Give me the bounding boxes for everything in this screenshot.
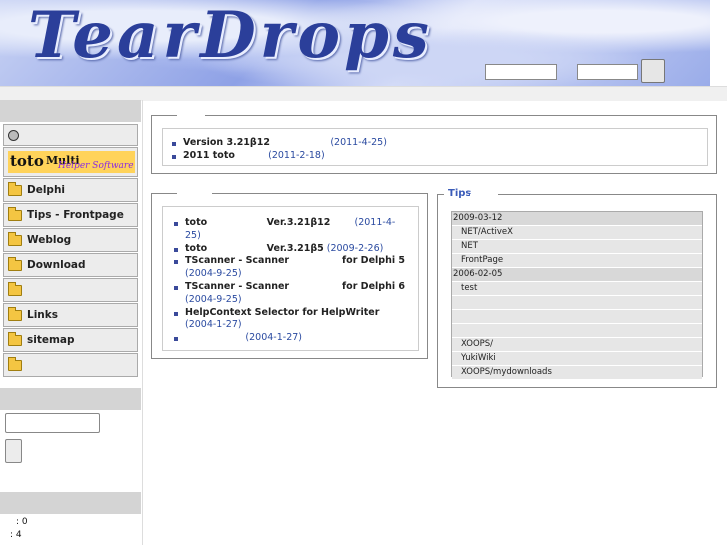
news-item[interactable]: Version 3.21β12 (2011-4-25) (171, 137, 701, 150)
tips-link-row[interactable]: NET/ActiveX (452, 226, 702, 240)
update-item[interactable]: (2004-1-27) (173, 332, 409, 345)
sidebar-item-sitemap[interactable]: sitemap (3, 328, 138, 352)
update-item-text: TScanner - Scanner for Delphi 5 (185, 255, 406, 267)
header-go-button[interactable] (641, 59, 665, 83)
header-login-field[interactable] (485, 64, 557, 80)
tips-inner: 2009-03-12 NET/ActiveX NET FrontPage 2006-02… (451, 211, 703, 380)
update-item[interactable]: TScanner - Scanner for Delphi 5 (2004-9-2… (173, 255, 409, 281)
news-inner: Version 3.21β12 (2011-4-25) 2011 toto (2… (162, 128, 708, 166)
tips-box: Tips 2009-03-12 NET/ActiveX NET FrontPage 20… (437, 188, 717, 388)
tips-link-row[interactable]: XOOPS/mydownloads (452, 366, 702, 380)
update-item-date: (2004-9-25) (185, 293, 242, 305)
sidebar-item-tips-frontpage[interactable]: Tips - Frontpage (3, 203, 138, 227)
news-item-date: (2011-2-18) (268, 149, 325, 161)
logo-text-sub: Helper Software (58, 161, 134, 171)
counter-today: : 0 (16, 517, 28, 527)
updates-box-title-gap (177, 193, 212, 195)
tips-link-row[interactable]: NET (452, 240, 702, 254)
update-item-date: (2004-1-27) (185, 319, 242, 331)
sidebar-counter-header (0, 492, 141, 514)
search-input[interactable] (5, 413, 100, 433)
tips-link-row[interactable] (452, 324, 702, 338)
update-item-text: HelpContext Selector for HelpWriter (185, 306, 380, 318)
tips-link-row[interactable]: XOOPS/ (452, 338, 702, 352)
tips-box-title-gap (470, 194, 498, 196)
sidebar-item-download[interactable]: Download (3, 253, 138, 277)
update-item-text: toto Ver.3.21β5 (185, 242, 324, 254)
news-item-text: Version 3.21β12 (183, 137, 270, 148)
sidebar-menu: toto Multi Helper Software Delphi Tips -… (3, 124, 138, 378)
tips-link-row[interactable]: test (452, 282, 702, 296)
news-item[interactable]: 2011 toto (2011-2-18) (171, 150, 701, 163)
update-item-date: (2009-2-26) (326, 242, 384, 254)
sidebar-item-label: Download (27, 259, 86, 271)
sidebar-item-label: Links (27, 309, 58, 321)
top-bar (0, 86, 727, 101)
news-item-text: 2011 toto (183, 149, 235, 161)
update-item-text: toto Ver.3.21β12 (185, 217, 331, 228)
tips-link-row[interactable] (452, 296, 702, 310)
sidebar-divider (142, 100, 143, 545)
update-item[interactable]: toto Ver.3.21β12 (2011-4-25) (173, 217, 409, 243)
counter-total: : 4 (10, 530, 22, 540)
search-button[interactable] (5, 439, 22, 463)
sidebar-item-links[interactable]: Links (3, 303, 138, 327)
folder-icon (8, 206, 22, 221)
toto-multi-logo-link[interactable]: toto Multi Helper Software (3, 147, 138, 177)
sidebar-menu-header (0, 100, 141, 122)
updates-list: toto Ver.3.21β12 (2011-4-25) toto Ver.3.… (173, 217, 409, 345)
news-list: Version 3.21β12 (2011-4-25) 2011 toto (2… (171, 137, 701, 163)
toto-multi-logo: toto Multi Helper Software (8, 151, 135, 173)
update-item-text: TScanner - Scanner for Delphi 6 (185, 280, 406, 292)
sidebar-item-delphi[interactable]: Delphi (3, 178, 138, 202)
site-title: TearDrops (28, 0, 433, 73)
folder-icon (8, 181, 22, 196)
header-password-field[interactable] (577, 64, 638, 80)
sidebar-item-label: Weblog (27, 234, 72, 246)
folder-icon (8, 356, 22, 371)
sidebar-item-label: Delphi (27, 184, 66, 196)
home-link[interactable] (3, 124, 138, 146)
tips-link-row[interactable] (452, 310, 702, 324)
tips-link-row[interactable]: YukiWiki (452, 352, 702, 366)
update-item[interactable]: HelpContext Selector for HelpWriter (200… (173, 307, 409, 333)
folder-icon (8, 306, 22, 321)
sidebar-item-blank-1[interactable] (3, 278, 138, 302)
news-item-date: (2011-4-25) (330, 137, 387, 148)
tips-list: 2009-03-12 NET/ActiveX NET FrontPage 2006-02… (452, 212, 702, 380)
news-box: Version 3.21β12 (2011-4-25) 2011 toto (2… (151, 115, 717, 174)
sidebar-search-header (0, 388, 141, 410)
folder-icon (8, 256, 22, 271)
tips-link-row[interactable]: FrontPage (452, 254, 702, 268)
sidebar-item-weblog[interactable]: Weblog (3, 228, 138, 252)
tips-date-row: 2006-02-05 (452, 268, 702, 282)
sidebar-item-blank-2[interactable] (3, 353, 138, 377)
updates-inner: toto Ver.3.21β12 (2011-4-25) toto Ver.3.… (162, 206, 419, 351)
update-item[interactable]: TScanner - Scanner for Delphi 6 (2004-9-2… (173, 281, 409, 307)
news-box-title-gap (177, 115, 205, 117)
sidebar-item-label: sitemap (27, 334, 75, 346)
tips-date-row: 2009-03-12 (452, 212, 702, 226)
logo-text-toto: toto (10, 152, 44, 170)
updates-box: toto Ver.3.21β12 (2011-4-25) toto Ver.3.… (151, 193, 428, 359)
folder-icon (8, 281, 22, 296)
folder-icon (8, 231, 22, 246)
update-item-date: (2004-9-25) (185, 268, 242, 280)
update-item-date: (2004-1-27) (245, 332, 302, 344)
update-item[interactable]: toto Ver.3.21β5 (2009-2-26) (173, 243, 409, 256)
home-icon (8, 129, 19, 141)
sidebar-item-label: Tips - Frontpage (27, 209, 124, 221)
folder-icon (8, 331, 22, 346)
